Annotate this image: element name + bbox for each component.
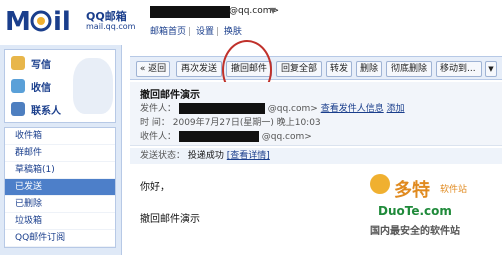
time-row: 时 间： 2009年7月27日(星期一) 晚上10:03 [140,115,321,128]
resend-button[interactable]: 再次发送 [176,61,222,77]
message-header: 撤回邮件演示 发件人： @qq.com> 查看发件人信息 添加 时 间： 200… [130,82,502,146]
time-label: 时 间： [140,118,170,128]
folder-deleted[interactable]: 已删除 [5,196,115,213]
link-settings[interactable]: 设置 [196,27,214,37]
status-value: 投递成功 [187,151,224,161]
top-links: 邮箱首页 | 设置 | 换肤 [150,27,242,37]
mail-logo[interactable]: M il [5,3,83,37]
header: M il QQ邮箱 mail.qq.com @qq.com> ▼ 邮箱首页 | 设… [0,0,502,42]
watermark-url: DuoTe.com [378,204,452,218]
sidebar: 写信 收信 联系人 收件箱 群邮件 草稿箱(1) 已发送 已删除 垃圾箱 QQ邮… [0,45,122,255]
logo-subtext: mail.qq.com [86,22,136,31]
forward-button[interactable]: 转发 [326,61,352,77]
sender-email: @qq.com> [267,104,318,114]
compose-button[interactable]: 写信 [11,54,51,72]
message-body-line-2: 撤回邮件演示 [140,214,200,225]
inbox-icon [11,79,25,93]
view-sender-link[interactable]: 查看发件人信息 [321,104,384,114]
svg-text:il: il [53,7,71,37]
reply-all-button[interactable]: 回复全部 [276,61,322,77]
watermark-logo-icon [370,174,390,194]
to-label: 收件人： [140,132,177,142]
penguin-icon [73,58,113,114]
sidebar-actions: 写信 收信 联系人 [4,49,116,123]
folder-qq-subscription[interactable]: QQ邮件订阅 [5,230,115,247]
chevron-down-icon[interactable]: ▼ [485,61,497,77]
from-row: 发件人： @qq.com> 查看发件人信息 添加 [140,101,405,114]
to-row: 收件人： @qq.com> [140,129,312,142]
add-sender-link[interactable]: 添加 [387,104,405,114]
watermark-brand: 多特 [394,180,430,201]
message-subject: 撤回邮件演示 [140,90,200,101]
compose-icon [11,56,25,70]
chevron-down-icon[interactable]: ▼ [270,6,276,15]
recipient-email: @qq.com> [261,132,312,142]
watermark-slogan: 国内最安全的软件站 [370,226,460,237]
contacts-label: 联系人 [31,105,61,117]
move-to-select[interactable]: 移动到... [436,61,482,77]
from-label: 发件人： [140,104,177,114]
folder-group-mail[interactable]: 群邮件 [5,145,115,162]
watermark-brand-small: 软件站 [440,185,468,195]
receive-label: 收信 [31,82,51,94]
folder-drafts[interactable]: 草稿箱(1) [5,162,115,179]
folder-inbox[interactable]: 收件箱 [5,128,115,145]
receive-button[interactable]: 收信 [11,77,51,95]
sender-redacted [178,103,265,114]
watermark: 多特 软件站 DuoTe.com 国内最安全的软件站 [370,170,500,250]
folder-spam[interactable]: 垃圾箱 [5,213,115,230]
compose-label: 写信 [31,59,51,71]
folder-list: 收件箱 群邮件 草稿箱(1) 已发送 已删除 垃圾箱 QQ邮件订阅 [4,127,116,248]
delete-permanently-button[interactable]: 彻底删除 [386,61,432,77]
time-value: 2009年7月27日(星期一) 晚上10:03 [172,118,321,128]
delete-button[interactable]: 删除 [356,61,382,77]
svg-text:M: M [5,7,31,37]
status-details-link[interactable]: [查看详情] [227,151,270,161]
message-body-line-1: 你好， [140,182,170,193]
message-toolbar: « 返回 再次发送 撤回邮件 回复全部 转发 删除 彻底删除 移动到... ▼ [130,56,502,80]
link-mail-home[interactable]: 邮箱首页 [150,27,186,37]
folder-sent[interactable]: 已发送 [5,179,115,196]
back-button[interactable]: « 返回 [136,61,170,77]
recipient-redacted [178,131,259,142]
delivery-status: 发送状态： 投递成功 [查看详情] [130,148,502,164]
status-label: 发送状态： [140,151,186,161]
contacts-icon [11,102,25,116]
contacts-button[interactable]: 联系人 [11,100,61,118]
link-change-skin[interactable]: 换肤 [224,27,242,37]
account-name-redacted [150,6,230,18]
